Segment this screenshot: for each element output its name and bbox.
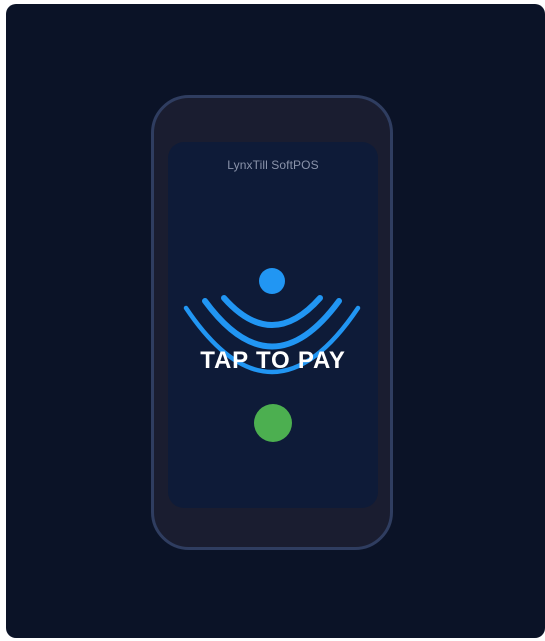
nfc-dot-icon [259,268,285,294]
phone-screen: LynxTill SoftPOS TAP TO PAY [168,142,378,508]
tap-to-pay-label: TAP TO PAY [200,347,346,374]
background-panel: LynxTill SoftPOS TAP TO PAY [6,4,545,638]
contactless-nfc-icon [183,268,361,375]
phone-device: LynxTill SoftPOS TAP TO PAY [151,95,393,550]
nfc-wave-inner [221,295,323,328]
status-indicator-dot [254,404,292,442]
